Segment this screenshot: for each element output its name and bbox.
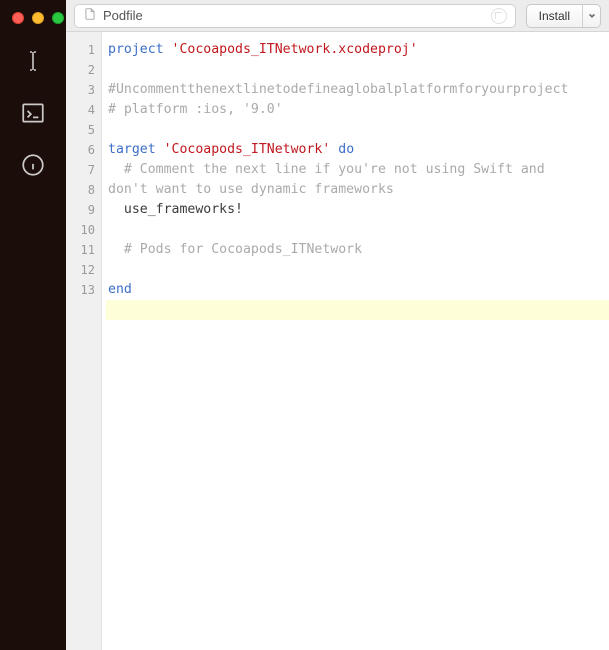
code-line[interactable]: use_frameworks! xyxy=(106,200,609,220)
line-number: 7 xyxy=(66,160,95,180)
code-line[interactable]: target 'Cocoapods_ITNetwork' do xyxy=(106,140,609,160)
file-icon xyxy=(83,7,97,24)
code-line[interactable]: # Comment the next line if you're not us… xyxy=(106,160,609,180)
activity-sidebar xyxy=(0,0,66,650)
code-line[interactable] xyxy=(106,300,609,320)
line-number: 10 xyxy=(66,220,95,240)
window-traffic-lights xyxy=(0,12,64,24)
terminal-icon[interactable] xyxy=(18,98,48,128)
code-line[interactable] xyxy=(106,260,609,280)
window-minimize-button[interactable] xyxy=(32,12,44,24)
install-button-group: Install xyxy=(526,4,601,28)
code-line[interactable] xyxy=(106,60,609,80)
info-icon[interactable] xyxy=(18,150,48,180)
code-line[interactable]: project 'Cocoapods_ITNetwork.xcodeproj' xyxy=(106,40,609,60)
line-number: 2 xyxy=(66,60,95,80)
line-number: 4 xyxy=(66,100,95,120)
code-line[interactable]: don't want to use dynamic frameworks xyxy=(106,180,609,200)
window-maximize-button[interactable] xyxy=(52,12,64,24)
code-line[interactable]: # Pods for Cocoapods_ITNetwork xyxy=(106,240,609,260)
line-number: 3 xyxy=(66,80,95,100)
cursor-icon[interactable] xyxy=(18,46,48,76)
line-number: 6 xyxy=(66,140,95,160)
code-line[interactable]: # platform :ios, '9.0' xyxy=(106,100,609,120)
code-line[interactable] xyxy=(106,120,609,140)
line-number: 9 xyxy=(66,200,95,220)
code-line[interactable]: #Uncommentthenextlinetodefineaglobalplat… xyxy=(106,80,609,100)
chevron-down-icon xyxy=(588,12,596,20)
line-number: 5 xyxy=(66,120,95,140)
install-button[interactable]: Install xyxy=(527,5,582,27)
code-line[interactable] xyxy=(106,220,609,240)
line-number: 8 xyxy=(66,180,95,200)
line-number: 12 xyxy=(66,260,95,280)
loading-spinner-icon xyxy=(491,8,507,24)
code-area[interactable]: project 'Cocoapods_ITNetwork.xcodeproj' #… xyxy=(102,32,609,650)
line-number: 1 xyxy=(66,40,95,60)
line-number: 13 xyxy=(66,280,95,300)
toolbar: Podfile Install xyxy=(66,0,609,32)
code-line[interactable]: end xyxy=(106,280,609,300)
window-close-button[interactable] xyxy=(12,12,24,24)
install-dropdown-button[interactable] xyxy=(582,5,600,27)
file-tab-label: Podfile xyxy=(103,8,485,23)
main-pane: Podfile Install 12345678910111213 projec… xyxy=(66,0,609,650)
file-tab[interactable]: Podfile xyxy=(74,4,516,28)
line-number: 11 xyxy=(66,240,95,260)
editor: 12345678910111213 project 'Cocoapods_ITN… xyxy=(66,32,609,650)
line-number-gutter: 12345678910111213 xyxy=(66,32,102,650)
